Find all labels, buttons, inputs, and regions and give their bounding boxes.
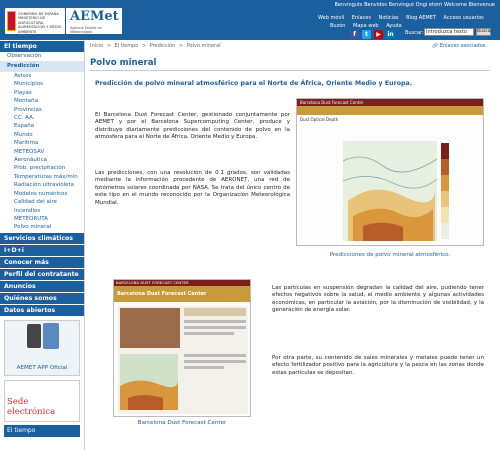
linkedin-icon[interactable]: in: [386, 30, 395, 39]
sidebar-item-montana[interactable]: Montaña: [0, 97, 84, 105]
sidebar-item-maritima[interactable]: Marítima: [0, 139, 84, 147]
phone-icon: [27, 323, 41, 348]
breadcrumb-inicio[interactable]: Inicio: [90, 43, 103, 49]
nav-news[interactable]: Noticias: [379, 15, 399, 21]
facebook-icon[interactable]: f: [350, 30, 359, 39]
paragraph-2: Las predicciones, con una resolución de …: [95, 170, 290, 206]
sidebar-item-municipios[interactable]: Municipios: [0, 80, 84, 88]
language-links[interactable]: Benvinguts Benvidos Benvingut Ongi etorr…: [334, 2, 495, 8]
bdfc-website-thumbnail: [118, 306, 248, 414]
sidebar-head-quienes-somos[interactable]: Quiénes somos: [0, 292, 84, 304]
nav-sitemap[interactable]: Mapa web: [353, 23, 379, 29]
sidebar-item-mundo[interactable]: Mundo: [0, 131, 84, 139]
header-nav-secondary: Buzón Mapa web Ayuda: [330, 23, 408, 29]
sede-electronica-banner[interactable]: Sede electrónica: [4, 379, 80, 422]
sidebar-item-observacion[interactable]: Observación: [0, 52, 84, 62]
img1-sub: Dust Optical Depth: [300, 117, 339, 122]
related-links[interactable]: 🔗 Enlaces asociados: [432, 43, 485, 49]
government-logo-text: GOBIERNO DE ESPAÑA MINISTERIO DE AGRICUL…: [18, 12, 62, 34]
img1-header: Barcelona Dust Forecast Center: [297, 99, 483, 106]
paragraph-4: Por otra parte, su contenido de sales mi…: [272, 355, 484, 376]
aemet-logo[interactable]: AEMet Agencia Estatal de Meteorología: [66, 8, 122, 34]
img2-band: Barcelona Dust Forecast Center: [114, 286, 250, 302]
spain-crest-icon: [7, 11, 16, 31]
bdfc-image-caption[interactable]: Barcelona Dust Forecast Center: [113, 420, 251, 426]
twitter-icon[interactable]: t: [362, 30, 371, 39]
sidebar-head-el-tiempo[interactable]: El tiempo: [0, 41, 84, 52]
header-nav: Web móvil Enlaces Noticias Blog AEMET Ac…: [318, 15, 490, 21]
img1-band: [297, 106, 483, 115]
sidebar-item-meteoruta[interactable]: METEORUTA: [0, 215, 84, 223]
breadcrumb-separator: >: [141, 43, 147, 49]
sidebar-item-temperaturas[interactable]: Temperaturas máx/mín: [0, 173, 84, 181]
page-title: Polvo mineral: [90, 58, 490, 71]
map-legend-scale: [441, 143, 449, 239]
related-links-icon: 🔗: [432, 43, 440, 49]
app-banner[interactable]: AEMET APP Oficial: [4, 319, 80, 376]
paragraph-3: Las partículas en suspensión degradan la…: [272, 285, 484, 314]
sidebar-item-provincias[interactable]: Provincias: [0, 106, 84, 114]
sidebar-item-radiacion-uv[interactable]: Radiación ultravioleta: [0, 181, 84, 189]
sidebar-item-aeronautica[interactable]: Aeronáutica: [0, 156, 84, 164]
search-label: Buscar:: [405, 30, 424, 36]
sidebar-item-calidad-aire[interactable]: Calidad del aire: [0, 198, 84, 206]
dust-forecast-image-caption[interactable]: Predicciones de polvo mineral atmosféric…: [296, 252, 484, 258]
paragraph-1: El Barcelona Dust Forecast Center, gesti…: [95, 112, 290, 141]
sidebar-head-perfil-contratante[interactable]: Perfil del contratante: [0, 268, 84, 280]
dust-map: [343, 141, 437, 241]
sede-electronica-label: Sede electrónica: [7, 396, 56, 417]
aemet-logo-text: AEMet: [70, 9, 119, 24]
sidebar: El tiempo Observación Predicción Avisos …: [0, 40, 85, 450]
sidebar-bottom-link[interactable]: El tiempo: [4, 424, 80, 437]
sidebar-item-meteosav[interactable]: METEOSAV: [0, 148, 84, 156]
nav-mobile-web[interactable]: Web móvil: [318, 15, 344, 21]
nav-mailbox[interactable]: Buzón: [330, 23, 345, 29]
nav-links[interactable]: Enlaces: [352, 15, 371, 21]
youtube-icon[interactable]: ▶: [374, 30, 383, 39]
search-input[interactable]: [424, 28, 474, 36]
sidebar-item-avisos[interactable]: Avisos: [0, 72, 84, 80]
sidebar-item-ccaa[interactable]: CC. AA.: [0, 114, 84, 122]
site-header: GOBIERNO DE ESPAÑA MINISTERIO DE AGRICUL…: [0, 0, 500, 40]
breadcrumb-separator: >: [178, 43, 184, 49]
breadcrumb-prediccion[interactable]: Predicción: [150, 43, 176, 49]
breadcrumb-current: Polvo mineral: [186, 43, 221, 49]
aemet-logo-subtitle: Agencia Estatal de Meteorología: [70, 26, 102, 34]
sidebar-head-datos-abiertos[interactable]: Datos abiertos: [0, 304, 84, 316]
sidebar-item-espana[interactable]: España: [0, 122, 84, 130]
breadcrumb: Inicio > El tiempo > Predicción > Polvo …: [90, 43, 223, 49]
related-links-label: Enlaces asociados: [439, 43, 486, 49]
phone-icon: [43, 322, 59, 349]
sidebar-item-prediccion[interactable]: Predicción: [0, 62, 84, 72]
nav-help[interactable]: Ayuda: [386, 23, 401, 29]
government-logo[interactable]: GOBIERNO DE ESPAÑA MINISTERIO DE AGRICUL…: [5, 8, 65, 34]
app-banner-label: AEMET APP Oficial: [16, 364, 68, 371]
sidebar-head-idi[interactable]: I+D+i: [0, 244, 84, 256]
sidebar-item-prob-precipitacion[interactable]: Prob. precipitación: [0, 164, 84, 172]
nav-blog[interactable]: Blog AEMET: [406, 15, 436, 21]
sidebar-head-servicios-climaticos[interactable]: Servicios climáticos: [0, 232, 84, 244]
sidebar-item-incendios[interactable]: Incendios: [0, 207, 84, 215]
bdfc-website-image[interactable]: BARCELONA DUST FORECAST CENTER Barcelona…: [113, 279, 251, 417]
sidebar-item-polvo-mineral[interactable]: Polvo mineral: [0, 223, 84, 231]
sidebar-item-modelos-numericos[interactable]: Modelos numéricos: [0, 190, 84, 198]
breadcrumb-separator: >: [106, 43, 112, 49]
breadcrumb-el-tiempo[interactable]: El tiempo: [115, 43, 139, 49]
sidebar-head-anuncios[interactable]: Anuncios: [0, 280, 84, 292]
search-button[interactable]: Buscar: [476, 28, 492, 36]
sidebar-item-playas[interactable]: Playas: [0, 89, 84, 97]
social-icons: f t ▶ in: [350, 30, 395, 39]
sidebar-head-conocer-mas[interactable]: Conocer más: [0, 256, 84, 268]
nav-user-access[interactable]: Acceso usuarios: [443, 15, 483, 21]
page-subtitle: Predicción de polvo mineral atmosférico …: [95, 80, 413, 87]
dust-forecast-image[interactable]: Barcelona Dust Forecast Center Dust Opti…: [296, 98, 484, 246]
